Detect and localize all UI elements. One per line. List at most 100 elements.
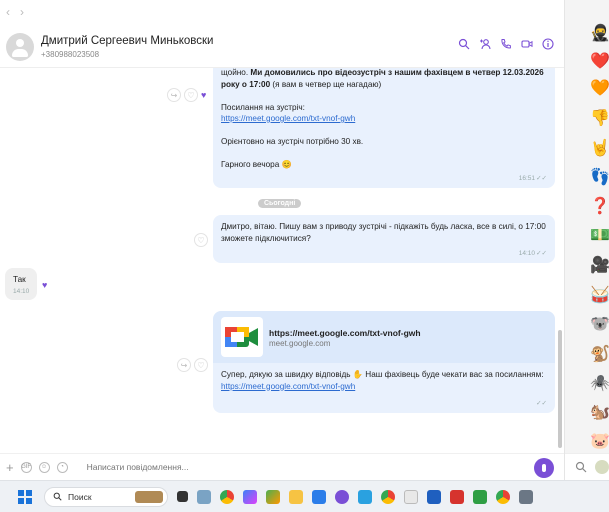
microphone-button[interactable] — [534, 458, 554, 478]
sticker-icon[interactable]: ☺ — [38, 461, 50, 473]
link-preview-card[interactable]: https://meet.google.com/txt-vnof-gwh mee… — [213, 311, 555, 363]
liked-heart-icon: ♥ — [42, 280, 48, 290]
sticker-search-icon[interactable] — [575, 461, 587, 473]
search-icon[interactable] — [458, 38, 470, 50]
messenger-icon[interactable] — [358, 489, 372, 504]
taskbar-search[interactable]: Поиск — [44, 486, 168, 507]
koala-sticker[interactable]: 🐨 — [589, 313, 609, 335]
message-input[interactable] — [86, 462, 467, 472]
message-bubble-outgoing[interactable]: Супер, дякую за швидку відповідь ✋ Наш ф… — [213, 363, 555, 413]
message-bubble-outgoing[interactable]: Дмитро, вітаю. Пишу вам з приводу зустрі… — [213, 215, 555, 263]
read-check-icon: ✓✓ — [536, 174, 547, 182]
app-icon[interactable] — [404, 489, 418, 504]
read-check-icon: ✓✓ — [536, 249, 547, 257]
meeting-link[interactable]: https://meet.google.com/txt-vnof-gwh — [221, 382, 355, 391]
microphone-icon — [542, 464, 546, 472]
smile-emoji-icon: 😊 — [281, 160, 292, 169]
sticker-panel-footer — [565, 453, 609, 480]
message-text: щойно. Ми домовились про відеозустріч з … — [221, 68, 544, 89]
message-composer: + GIF ☺ ◔ — [0, 453, 564, 480]
chat-header: Дмитрий Сергеевич Миньковски +3809880235… — [0, 24, 564, 68]
windows-start-icon[interactable] — [18, 489, 32, 504]
message-time: 16:51 — [518, 174, 535, 182]
delivered-check-icon: ✓✓ — [536, 399, 547, 407]
message-text: Орієнтовно на зустріч потрібно 30 хв. — [221, 137, 364, 146]
pig-sticker[interactable]: 🐷 — [589, 430, 609, 452]
forward-icon[interactable]: ↪ — [177, 358, 191, 372]
like-heart-icon[interactable]: ♡ — [194, 358, 208, 372]
message-bubble-incoming[interactable]: Так 14:10 — [5, 268, 37, 300]
photos-icon[interactable] — [266, 489, 280, 504]
message-bubble-outgoing[interactable]: щойно. Ми домовились про відеозустріч з … — [213, 68, 555, 188]
message-text: Супер, дякую за швидку відповідь ✋ Наш ф… — [221, 370, 544, 391]
ninja-sticker[interactable]: 🥷 — [589, 22, 609, 44]
back-arrow-icon[interactable]: ‹ — [6, 5, 10, 19]
message-reactions: ♡ — [194, 233, 208, 247]
google-meet-logo-icon — [221, 317, 263, 357]
search-highlight-icon — [135, 490, 163, 503]
red-heart-sticker[interactable]: ❤️ — [589, 50, 609, 72]
message-list[interactable]: ↪ ♡ ♥ щойно. Ми домовились про відеозуст… — [0, 68, 564, 453]
message-time: 14:10 — [518, 249, 535, 257]
forward-icon[interactable]: ↪ — [167, 88, 181, 102]
drum-sticker[interactable]: 🥁 — [589, 284, 609, 306]
avatar[interactable] — [6, 33, 34, 61]
plus-icon[interactable]: + — [6, 460, 14, 475]
message-text: Посилання на зустріч: https://meet.google… — [221, 102, 356, 124]
rock-hand-sticker[interactable]: 🤘 — [589, 137, 609, 159]
phone-link-icon[interactable] — [473, 489, 487, 504]
store-icon[interactable] — [312, 489, 326, 504]
task-view-icon[interactable] — [177, 491, 188, 502]
add-contact-icon[interactable] — [479, 38, 491, 50]
message-text: Гарного вечора 😊 — [221, 160, 292, 169]
widgets-icon[interactable] — [197, 489, 211, 504]
orange-heart-sticker[interactable]: 🧡 — [589, 77, 609, 99]
message-text: Так — [13, 275, 26, 284]
taskbar: Поиск — [0, 480, 609, 512]
thumbs-down-sticker[interactable]: 👎 — [589, 107, 609, 129]
calculator-icon[interactable] — [519, 489, 533, 504]
like-heart-icon[interactable]: ♡ — [184, 88, 198, 102]
date-separator: Сьогодні — [258, 199, 302, 208]
link-preview-title[interactable]: https://meet.google.com/txt-vnof-gwh — [269, 328, 421, 338]
taskbar-search-label: Поиск — [68, 491, 92, 502]
file-explorer-icon[interactable] — [289, 489, 303, 504]
header-actions — [458, 38, 554, 50]
message-text: Дмитро, вітаю. Пишу вам з приводу зустрі… — [221, 222, 546, 243]
video-camera-sticker[interactable]: 🎥 — [589, 254, 609, 276]
window-nav: ‹ › — [0, 0, 564, 24]
app-red-icon[interactable] — [450, 489, 464, 504]
sticker-pack-icon[interactable] — [595, 460, 609, 474]
voice-call-icon[interactable] — [500, 38, 512, 50]
search-icon — [53, 492, 62, 501]
message-reactions: ↪ ♡ ♥ — [167, 88, 206, 102]
message-reactions: ↪ ♡ — [177, 358, 208, 372]
like-heart-icon[interactable]: ♡ — [194, 233, 208, 247]
link-preview-domain: meet.google.com — [269, 339, 331, 348]
chrome-icon[interactable] — [220, 489, 234, 504]
chrome-profile-icon[interactable] — [381, 489, 395, 504]
timer-icon[interactable]: ◔ — [56, 461, 68, 473]
viber-icon[interactable] — [335, 489, 349, 504]
question-mark-sticker[interactable]: ❓ — [589, 195, 609, 217]
word-icon[interactable] — [427, 489, 441, 504]
meeting-link[interactable]: https://meet.google.com/txt-vnof-gwh — [221, 114, 355, 123]
info-icon[interactable] — [542, 38, 554, 50]
squirrel-sticker[interactable]: 🐿️ — [589, 401, 609, 423]
copilot-icon[interactable] — [243, 489, 257, 504]
chat-scrollbar[interactable] — [558, 330, 562, 448]
contact-name[interactable]: Дмитрий Сергеевич Миньковски — [41, 35, 213, 47]
gif-icon[interactable]: GIF — [20, 461, 32, 473]
forward-arrow-icon[interactable]: › — [20, 5, 24, 19]
money-sticker[interactable]: 💵 — [589, 224, 609, 246]
chrome-secondary-icon[interactable] — [496, 489, 510, 504]
sticker-panel: 🥷 ❤️ 🧡 👎 🤘 👣 ❓ 💵 🎥 🥁 🐨 🐒 🕷️ 🐿️ 🐷 — [564, 0, 609, 480]
video-call-icon[interactable] — [521, 38, 533, 50]
raised-hand-emoji-icon: ✋ — [352, 370, 364, 379]
contact-phone: +380988023508 — [41, 50, 100, 59]
liked-heart-icon: ♥ — [201, 90, 207, 100]
spider-sticker[interactable]: 🕷️ — [589, 372, 609, 394]
message-time: 14:10 — [13, 287, 30, 295]
monkey-sticker[interactable]: 🐒 — [589, 343, 609, 365]
footprints-sticker[interactable]: 👣 — [589, 166, 609, 188]
